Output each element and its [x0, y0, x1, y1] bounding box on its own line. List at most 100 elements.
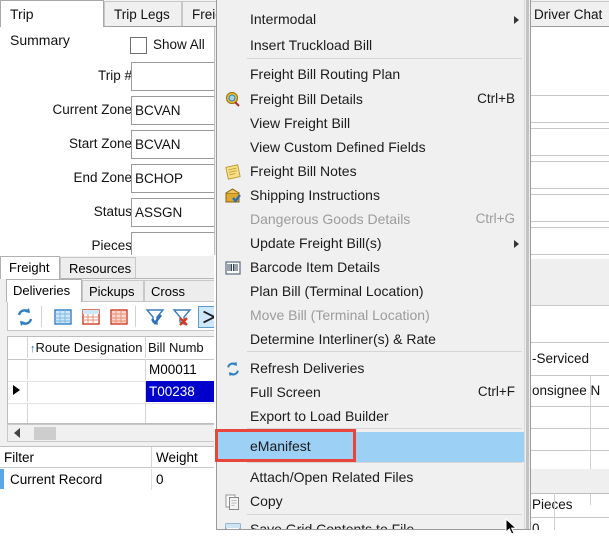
grid-line: [530, 95, 609, 96]
menu-item-save-grid-contents-to-file[interactable]: Save Grid Contents to File...: [218, 518, 530, 529]
grid-line: [530, 428, 609, 429]
menu-item-shortcut: Ctrl+F: [477, 384, 515, 399]
menu-item-full-screen[interactable]: Full Screen Ctrl+F: [218, 381, 530, 405]
trip-number-input[interactable]: [131, 62, 214, 91]
menu-item-label: eManifest: [250, 438, 311, 454]
cell-route-designation[interactable]: [28, 403, 146, 423]
cell-bill-number[interactable]: [146, 403, 214, 423]
grid-line: [530, 161, 609, 162]
grid-line: [530, 188, 609, 189]
right-partial-grid: -Serviced onsignee N Pieces 0: [530, 27, 609, 530]
current-record-marker: [0, 469, 4, 489]
menu-item-label: Determine Interliner(s) & Rate: [250, 331, 436, 347]
tab-pickups[interactable]: Pickups: [82, 280, 144, 301]
cell-bill-number-selected[interactable]: T00238: [146, 381, 214, 402]
menu-item-label: Shipping Instructions: [250, 187, 380, 203]
column-header-bill-number[interactable]: Bill Numb: [146, 337, 214, 358]
status-cell-current-record: Current Record: [6, 469, 152, 490]
menu-item-insert-truckload-bill[interactable]: Insert Truckload Bill: [218, 34, 530, 58]
end-zone-input[interactable]: BCHOP: [131, 164, 214, 193]
menu-item-freight-bill-details[interactable]: Freight Bill Details Ctrl+B: [218, 88, 530, 112]
save-grid-icon: [224, 521, 242, 529]
refresh-icon[interactable]: [14, 306, 36, 328]
menu-item-emanifest[interactable]: eManifest: [218, 432, 530, 462]
grid-horizontal-scrollbar[interactable]: [7, 424, 214, 442]
expand-grid-button[interactable]: [198, 306, 214, 328]
menu-item-view-freight-bill[interactable]: View Freight Bill: [218, 112, 530, 136]
grid-line: [530, 221, 609, 222]
menu-item-shipping-instructions[interactable]: Shipping Instructions: [218, 184, 530, 208]
submenu-arrow-icon: [514, 16, 519, 24]
grid-line: [530, 254, 609, 255]
menu-item-freight-bill-notes[interactable]: Freight Bill Notes: [218, 160, 530, 184]
menu-item-label: Attach/Open Related Files: [250, 469, 414, 485]
context-menu[interactable]: Intermodal Insert Truckload Bill Freight…: [216, 0, 531, 530]
cell-bill-number[interactable]: M00011: [146, 359, 214, 380]
row-indicator: [8, 381, 28, 402]
scroll-left-icon[interactable]: [14, 428, 20, 438]
scroll-thumb[interactable]: [34, 427, 56, 440]
menu-scrollbar[interactable]: [524, 0, 530, 529]
table-row[interactable]: M00011: [8, 359, 214, 382]
tab-trip-summary[interactable]: Trip Summary: [0, 0, 104, 48]
table-row[interactable]: T00238: [8, 381, 214, 404]
menu-item-label: Update Freight Bill(s): [250, 235, 382, 251]
field-row-trip-number: Trip #: [0, 60, 214, 94]
cell-route-designation[interactable]: [28, 359, 146, 380]
grid-line: [530, 227, 609, 228]
menu-item-barcode-item-details[interactable]: Barcode Item Details: [218, 256, 530, 280]
menu-item-freight-bill-routing-plan[interactable]: Freight Bill Routing Plan: [218, 63, 530, 87]
menu-scroll-thumb[interactable]: [526, 0, 529, 529]
field-label: Start Zone: [68, 136, 132, 151]
menu-item-copy[interactable]: Copy: [218, 490, 530, 514]
tab-label: Driver Chat: [534, 7, 603, 22]
clear-filter-icon[interactable]: [171, 306, 193, 328]
menu-item-label: Barcode Item Details: [250, 259, 380, 275]
table-row[interactable]: [8, 403, 214, 423]
grid-line: [530, 342, 609, 343]
menu-item-refresh-deliveries[interactable]: Refresh Deliveries: [218, 357, 530, 381]
grid-line: [530, 375, 609, 376]
menu-item-update-freight-bills[interactable]: Update Freight Bill(s): [218, 232, 530, 256]
menu-item-intermodal[interactable]: Intermodal: [218, 8, 530, 32]
tab-cross-doc[interactable]: Cross Doc: [144, 280, 214, 320]
grid-header-row: ↑Route Designation Bill Numb: [8, 337, 214, 360]
tab-freight-panel[interactable]: Freight: [0, 256, 60, 279]
pieces-input[interactable]: [131, 232, 214, 255]
grid-blue-icon[interactable]: [52, 306, 74, 328]
grid-line: [530, 122, 609, 123]
toolbar-separator: [41, 306, 42, 327]
deliveries-grid[interactable]: ↑Route Designation Bill Numb M00011 T002…: [7, 336, 214, 424]
tab-trip-legs[interactable]: Trip Legs: [104, 1, 182, 26]
field-row-status: Status ASSGN: [0, 196, 214, 230]
cell-route-designation[interactable]: [28, 381, 146, 402]
menu-item-plan-bill-terminal-location[interactable]: Plan Bill (Terminal Location): [218, 280, 530, 304]
menu-item-determine-interliners-rate[interactable]: Determine Interliner(s) & Rate: [218, 328, 530, 352]
menu-separator: [247, 58, 522, 59]
menu-separator: [247, 462, 522, 463]
column-header-route-designation[interactable]: ↑Route Designation: [28, 337, 146, 358]
tab-deliveries[interactable]: Deliveries: [6, 279, 82, 302]
menu-item-export-to-load-builder[interactable]: Export to Load Builder: [218, 405, 530, 429]
grid-line: [530, 194, 609, 195]
refresh-icon: [224, 360, 242, 378]
show-all-checkbox[interactable]: [130, 37, 147, 54]
menu-item-shortcut: Ctrl+B: [477, 91, 515, 106]
grid-red-icon[interactable]: [108, 306, 130, 328]
current-row-arrow-icon: [13, 385, 20, 395]
status-input[interactable]: ASSGN: [131, 198, 214, 227]
start-zone-input[interactable]: BCVAN: [131, 130, 214, 159]
current-zone-input[interactable]: BCVAN: [131, 96, 214, 125]
tab-label: Resources: [69, 261, 132, 276]
right-footer-header-pieces: Pieces: [532, 497, 573, 512]
menu-item-attach-open-related-files[interactable]: Attach/Open Related Files: [218, 466, 530, 490]
tab-driver-chat[interactable]: Driver Chat: [524, 1, 609, 26]
trip-summary-panel: Show All Trip # Current Zone BCVAN Start…: [0, 27, 215, 255]
menu-separator: [247, 428, 522, 429]
menu-item-view-custom-defined-fields[interactable]: View Custom Defined Fields: [218, 136, 530, 160]
tab-resources[interactable]: Resources: [60, 257, 136, 278]
menu-item-label: View Custom Defined Fields: [250, 139, 426, 155]
grid-red-header-icon[interactable]: [80, 306, 102, 328]
field-row-end-zone: End Zone BCHOP: [0, 162, 214, 196]
apply-filter-icon[interactable]: [144, 306, 166, 328]
